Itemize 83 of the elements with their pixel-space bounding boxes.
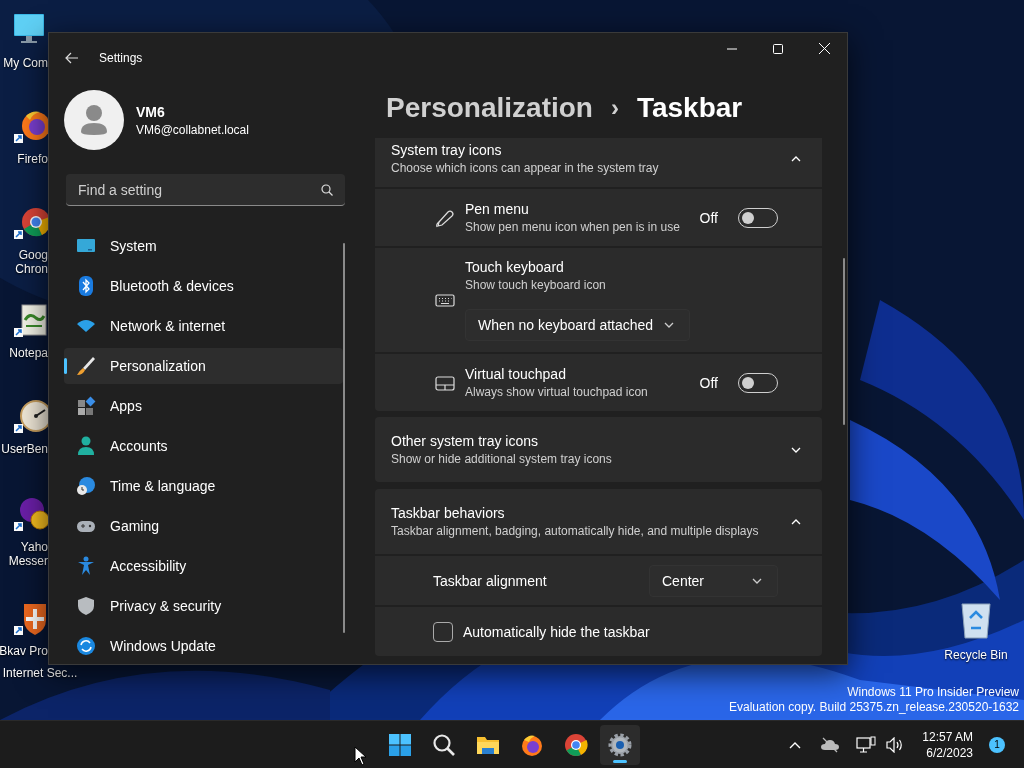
checkbox[interactable] <box>433 621 453 642</box>
user-email: VM6@collabnet.local <box>136 122 249 137</box>
section-subtitle: Show or hide additional system tray icons <box>391 452 613 466</box>
setting-description: Show pen menu icon when pen is in use <box>465 220 681 234</box>
desktop-icon-label[interactable]: Bkav Pro <box>0 644 48 658</box>
desktop-icon-label[interactable]: Firefo <box>17 152 48 166</box>
user-name: VM6 <box>136 103 166 120</box>
maximize-icon <box>773 43 783 54</box>
checkbox-label: Automatically hide the taskbar <box>463 623 650 640</box>
avatar-icon <box>64 90 124 150</box>
nav-item[interactable]: Gaming <box>64 508 343 544</box>
sync-icon <box>76 636 96 656</box>
nav-item[interactable]: Accounts <box>64 428 343 464</box>
desktop-icon-label[interactable]: Notepa <box>9 346 48 360</box>
clock-date[interactable]: 6/2/2023 <box>926 744 973 761</box>
apps-icon <box>76 396 96 416</box>
cloud-off-icon[interactable] <box>820 736 841 753</box>
desktop-icon-label[interactable]: UserBen <box>1 442 48 456</box>
section-subtitle: Choose which icons can appear in the system tray <box>391 161 660 175</box>
section-subtitle: Taskbar alignment, badging, automatically hide, and multiple displays <box>391 524 760 538</box>
section-header[interactable]: System tray icons Choose which icons can appear in the system tray <box>375 138 822 187</box>
section-title: Other system tray icons <box>391 433 540 449</box>
nav-item[interactable]: Privacy & security <box>64 588 343 624</box>
desktop-icon-label[interactable]: Recycle Bin <box>944 648 1008 662</box>
watermark-text: Windows 11 Pro Insider Preview <box>847 685 1019 700</box>
nav-item[interactable]: Personalization <box>64 348 343 384</box>
setting-description: Always show virtual touchpad icon <box>465 385 649 399</box>
section-header[interactable]: Taskbar behaviors Taskbar alignment, badging, automatically hide, and multiple displays <box>375 489 822 554</box>
notification-badge[interactable]: 1 <box>989 736 1005 753</box>
messenger-icon[interactable] <box>14 496 48 534</box>
breadcrumb-separator: › <box>610 94 619 122</box>
search-field[interactable]: Find a setting <box>76 180 321 199</box>
notepad-icon[interactable] <box>14 302 48 340</box>
page-title: Taskbar <box>636 92 743 124</box>
section-title: System tray icons <box>391 142 503 158</box>
desktop-icon-label[interactable]: Yaho <box>20 540 48 554</box>
window-title: Settings <box>99 50 143 65</box>
desktop-icon-label[interactable]: Messer <box>8 554 48 568</box>
shield-icon <box>76 596 96 616</box>
desktop-icon-label[interactable]: My Com <box>3 56 48 70</box>
search-icon <box>432 732 456 757</box>
cursor-icon <box>354 746 366 766</box>
nav-item[interactable]: Network & internet <box>64 308 343 344</box>
nav-item[interactable]: Bluetooth & devices <box>64 268 343 304</box>
person-icon <box>76 436 96 456</box>
start-icon <box>388 732 412 757</box>
bluetooth-icon <box>76 276 96 296</box>
setting-description: Show touch keyboard icon <box>465 278 607 292</box>
search-icon[interactable] <box>321 183 333 196</box>
breadcrumb-parent[interactable]: Personalization <box>386 92 593 124</box>
nav-item[interactable]: Accessibility <box>64 548 343 584</box>
desktop-icon-label[interactable]: Goog <box>18 248 48 262</box>
nav-item[interactable]: System <box>64 228 343 264</box>
nav-item[interactable]: Apps <box>64 388 343 424</box>
gear-icon <box>608 732 632 757</box>
accessibility-icon <box>76 556 96 576</box>
desktop-icon-label[interactable]: Chron <box>15 262 48 276</box>
search-box[interactable]: Find a setting <box>66 174 345 206</box>
chrome-icon <box>564 732 588 757</box>
setting-label: Virtual touchpad <box>465 366 567 382</box>
back-icon[interactable] <box>65 51 79 64</box>
nav-item[interactable]: Time & language <box>64 468 343 504</box>
setting-label: Touch keyboard <box>465 259 565 275</box>
setting-label: Pen menu <box>465 201 530 217</box>
close-icon <box>818 43 830 54</box>
pen-icon <box>435 207 455 228</box>
watermark-text: Evaluation copy. Build 25375.zn_release.230520-1632 <box>729 700 1019 715</box>
network-icon[interactable] <box>856 735 877 754</box>
gauge-icon[interactable] <box>14 398 48 436</box>
volume-icon[interactable] <box>886 736 905 753</box>
clock-time[interactable]: 12:57 AM <box>922 728 973 745</box>
brush-icon <box>76 356 96 376</box>
setting-label: Taskbar alignment <box>433 572 548 589</box>
taskbar-button[interactable] <box>600 724 640 765</box>
nav-item[interactable]: Windows Update <box>64 628 343 664</box>
section-header[interactable]: Other system tray icons Show or hide additional system tray icons <box>375 417 822 482</box>
toggle-state-text: Off <box>699 374 718 391</box>
desktop-icon-label[interactable]: Internet Sec... <box>2 666 78 680</box>
section-title: Taskbar behaviors <box>391 505 506 521</box>
dropdown[interactable]: When no keyboard attached <box>465 309 690 341</box>
toggle-state-text: Off <box>699 209 718 226</box>
dropdown[interactable]: Center <box>649 564 778 597</box>
globe-clock-icon <box>76 476 96 496</box>
